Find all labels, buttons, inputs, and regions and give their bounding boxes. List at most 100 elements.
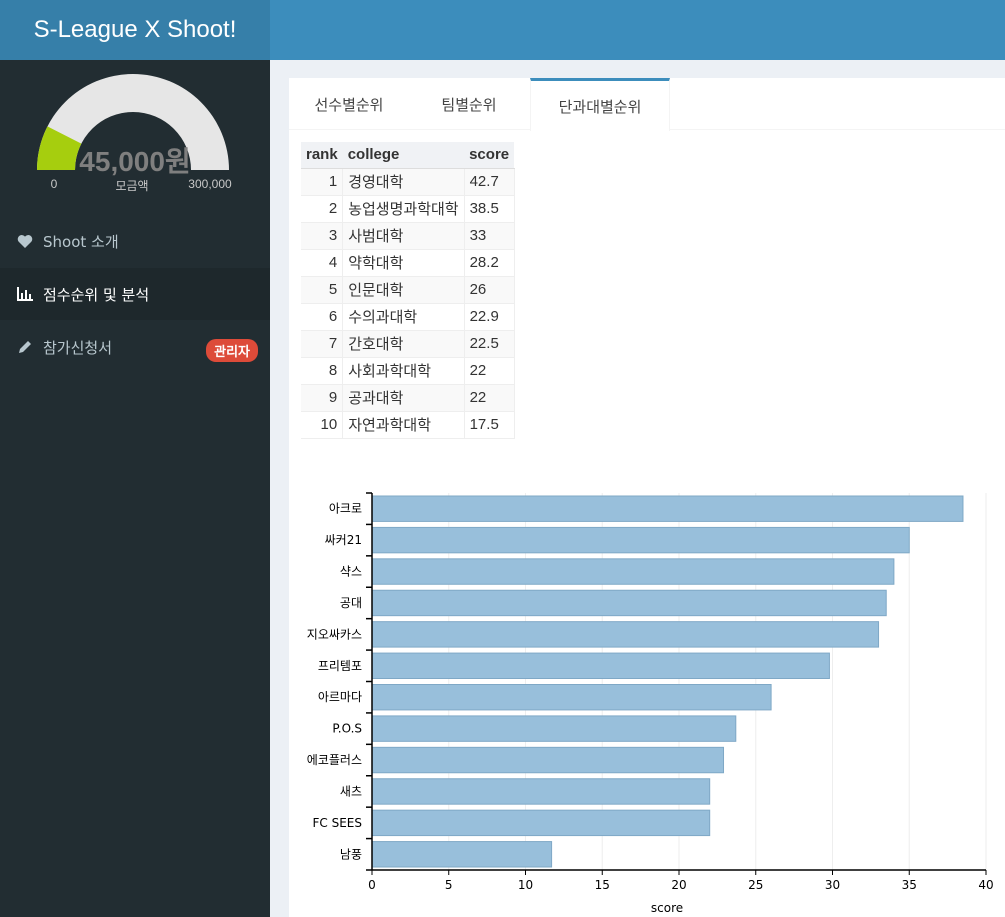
y-tick-label: 공대 (340, 596, 362, 610)
x-tick-label: 10 (518, 878, 533, 892)
table-header-row: rank college score (301, 142, 515, 169)
x-tick-label: 30 (825, 878, 840, 892)
cell-rank: 10 (301, 411, 344, 439)
cell-rank: 1 (301, 168, 344, 196)
sidebar-item-ranking[interactable]: 점수순위 및 분석 (0, 268, 270, 320)
team-score-bar-chart: 아크로싸커21 샥스공대지오싸카스프리템포아르마다 P.O.S 에코플러스새츠 FC S… (307, 492, 994, 915)
y-tick-label: 싸커21 (325, 533, 362, 547)
y-tick-label: 지오싸카스 (307, 627, 362, 641)
cell-score: 22 (464, 384, 515, 412)
x-tick-label: 35 (902, 878, 917, 892)
col-header-college[interactable]: college (342, 142, 465, 169)
bar (371, 841, 553, 868)
cell-college: 공과대학 (342, 384, 465, 412)
table-row: 8 사회과학대학 22 (301, 357, 515, 385)
x-axis-label: score (651, 901, 683, 915)
table-row: 7 간호대학 22.5 (301, 330, 515, 358)
cell-college: 인문대학 (342, 276, 465, 304)
cell-score: 22.9 (464, 303, 515, 331)
y-tick-label: 아크로 (329, 502, 362, 516)
cell-rank: 9 (301, 384, 344, 412)
sidebar: 45,000원 0 모금액 300,000 Shoot 소개 점수순위 및 분석… (0, 60, 270, 917)
bar (371, 746, 725, 774)
x-tick-label: 40 (978, 878, 993, 892)
tab-college-ranking[interactable]: 단과대별순위 (530, 78, 670, 131)
cell-college: 사범대학 (342, 222, 465, 250)
col-header-rank[interactable]: rank (301, 142, 343, 169)
tab-player-ranking[interactable]: 선수별순위 (289, 78, 409, 130)
cell-college: 수의과대학 (342, 303, 465, 331)
bar (371, 684, 772, 711)
y-tick-label: 아르마다 (318, 690, 362, 704)
cell-rank: 8 (301, 357, 344, 385)
cell-rank: 6 (301, 303, 344, 331)
bar (371, 652, 830, 679)
gauge-min: 0 (50, 177, 58, 191)
y-tick-label: 새츠 (340, 784, 362, 798)
x-tick-label: 20 (671, 878, 686, 892)
bar (371, 715, 737, 742)
cell-rank: 4 (301, 249, 344, 277)
cell-college: 경영대학 (342, 168, 465, 196)
sidebar-item-label: Shoot 소개 (43, 232, 119, 251)
table-row: 1 경영대학 42.7 (301, 168, 515, 196)
sidebar-item-label: 점수순위 및 분석 (43, 285, 150, 304)
y-tick-label: 에코플러스 (307, 753, 362, 767)
gauge-value: 45,000원 (79, 146, 191, 177)
cell-rank: 2 (301, 195, 344, 223)
pencil-icon (16, 338, 34, 356)
sidebar-item-intro[interactable]: Shoot 소개 (0, 215, 270, 267)
cell-rank: 3 (301, 222, 344, 250)
tab-team-ranking[interactable]: 팀별순위 (409, 78, 529, 130)
sidebar-item-label: 참가신청서 (43, 338, 113, 357)
bar-chart-icon (16, 285, 34, 303)
table-row: 9 공과대학 22 (301, 384, 515, 412)
admin-badge: 관리자 (206, 339, 258, 362)
bar (371, 495, 964, 522)
cell-score: 38.5 (464, 195, 515, 223)
col-header-score[interactable]: score (464, 142, 515, 169)
bar (371, 589, 887, 617)
cell-score: 42.7 (464, 168, 515, 196)
bar (371, 526, 910, 554)
y-tick-label: 프리템포 (318, 659, 362, 673)
cell-college: 자연과학대학 (342, 411, 465, 439)
sidebar-item-application[interactable]: 참가신청서 관리자 (0, 321, 270, 373)
cell-rank: 7 (301, 330, 344, 358)
cell-college: 농업생명과학대학 (342, 195, 465, 223)
bar (371, 558, 895, 585)
cell-score: 22.5 (464, 330, 515, 358)
cell-college: 약학대학 (342, 249, 465, 277)
bar (371, 809, 711, 837)
x-tick-label: 0 (368, 878, 376, 892)
app-title[interactable]: S-League X Shoot! (0, 0, 270, 60)
cell-college: 사회과학대학 (342, 357, 465, 385)
heart-icon (16, 232, 34, 250)
table-row: 3 사범대학 33 (301, 222, 515, 250)
cell-score: 22 (464, 357, 515, 385)
cell-college: 간호대학 (342, 330, 465, 358)
cell-rank: 5 (301, 276, 344, 304)
cell-score: 33 (464, 222, 515, 250)
table-row: 2 농업생명과학대학 38.5 (301, 195, 515, 223)
fundraising-gauge: 45,000원 0 모금액 300,000 (0, 60, 270, 210)
gauge-max: 300,000 (188, 177, 232, 191)
cell-score: 17.5 (464, 411, 515, 439)
bar (371, 778, 711, 805)
table-row: 10 자연과학대학 17.5 (301, 411, 515, 439)
x-tick-label: 15 (595, 878, 610, 892)
cell-score: 28.2 (464, 249, 515, 277)
table-row: 4 약학대학 28.2 (301, 249, 515, 277)
table-body: 1 경영대학 42.7 2 농업생명과학대학 38.5 3 사범대학 33 4 약학대학 28.2 5 인… (301, 168, 515, 439)
gauge-label: 모금액 (115, 179, 149, 193)
table-row: 6 수의과대학 22.9 (301, 303, 515, 331)
x-tick-label: 25 (748, 878, 763, 892)
tab-bar: 선수별순위 팀별순위 단과대별순위 (289, 78, 1005, 131)
y-tick-label: P.O.S (332, 722, 362, 736)
y-tick-label: 샥스 (340, 565, 362, 579)
college-ranking-table: rank college score 1 경영대학 42.7 2 농업생명과학대학 38.… (301, 142, 515, 439)
bar (371, 621, 880, 648)
x-tick-label: 5 (445, 878, 453, 892)
y-tick-label: FC SEES (313, 816, 363, 830)
cell-score: 26 (464, 276, 515, 304)
